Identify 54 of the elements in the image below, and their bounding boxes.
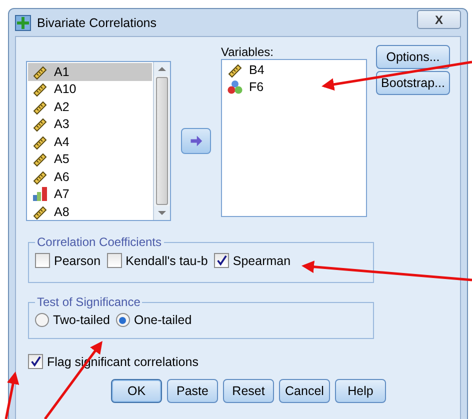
list-item[interactable]: A6 [28, 168, 152, 186]
radio-option[interactable]: One-tailed [116, 313, 192, 327]
group-title: Correlation Coefficients [36, 235, 163, 249]
dialog-button[interactable]: Bootstrap... [376, 71, 450, 95]
scroll-up-icon[interactable] [154, 62, 170, 76]
list-item[interactable]: B4 [223, 61, 365, 78]
list-item[interactable]: F6 [223, 78, 365, 96]
list-item[interactable]: A7 [28, 186, 152, 203]
ruler-icon [32, 204, 48, 220]
scroll-down-icon[interactable] [154, 206, 170, 220]
variable-list[interactable]: A1 A10 A2 A3 A4 A5 A6 A7 A8 [26, 61, 171, 221]
list-item[interactable]: A4 [28, 133, 152, 150]
radio-option[interactable]: Two-tailed [35, 313, 110, 327]
ruler-icon [32, 64, 48, 80]
list-item[interactable]: A2 [28, 98, 152, 116]
ruler-icon [32, 81, 48, 98]
checkbox[interactable] [106, 253, 122, 268]
ruler-icon [32, 116, 48, 132]
ruler-icon [227, 62, 243, 78]
variables-label: Variables: [221, 45, 274, 59]
list-item[interactable]: A1 [28, 63, 152, 80]
list-item[interactable]: A5 [28, 150, 152, 168]
bar-chart-icon [32, 186, 48, 202]
list-item[interactable]: A3 [28, 116, 152, 133]
checkbox-option[interactable]: Spearman [214, 253, 291, 268]
checkbox[interactable] [28, 354, 43, 369]
ruler-icon [32, 168, 48, 185]
group-title: Test of Significance [36, 295, 142, 309]
window-title: Bivariate Correlations [37, 16, 158, 30]
scroll-bar[interactable] [152, 62, 170, 220]
ruler-icon [32, 151, 48, 168]
dialog-button[interactable]: Options... [376, 45, 450, 69]
dialog-button[interactable]: OK [111, 379, 162, 403]
list-item[interactable]: A10 [28, 80, 152, 98]
ruler-icon [32, 98, 48, 115]
dialog-button[interactable]: Cancel [279, 379, 330, 403]
checkbox-option[interactable]: Kendall's tau-b [106, 253, 208, 268]
move-button[interactable] [180, 128, 211, 154]
dialog-button[interactable]: Paste [167, 379, 218, 403]
ruler-icon [32, 134, 48, 150]
checkbox[interactable] [214, 253, 229, 268]
dialog-button[interactable]: Help [335, 379, 386, 403]
list-item[interactable]: A8 [28, 203, 152, 220]
radio-button[interactable] [116, 313, 130, 327]
three-balls-icon [227, 79, 243, 96]
app-icon [15, 14, 31, 30]
arrow-icon [188, 134, 203, 148]
variables-list[interactable]: B4 F6 [221, 59, 367, 217]
checkbox[interactable] [35, 253, 50, 268]
checkbox-option[interactable]: Pearson [35, 253, 101, 268]
radio-button[interactable] [35, 313, 49, 327]
close-button[interactable]: X [417, 10, 461, 29]
dialog-button[interactable]: Reset [223, 379, 274, 403]
annotation-arrow [4, 372, 20, 419]
